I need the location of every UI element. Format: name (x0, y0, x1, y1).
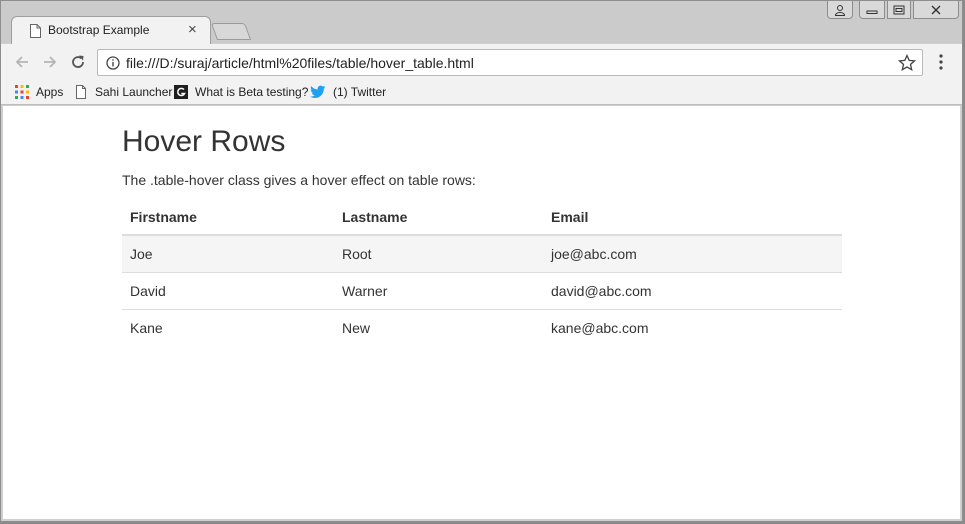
close-window-button[interactable] (913, 1, 959, 19)
forward-arrow-icon (44, 56, 57, 68)
forward-button[interactable] (40, 52, 60, 72)
bookmark-label: Sahi Launcher (95, 85, 173, 99)
table-header-row: Firstname Lastname Email (122, 199, 842, 236)
g-logo-icon (174, 85, 188, 99)
reload-icon (72, 55, 84, 68)
bookmark-star-icon[interactable] (898, 54, 916, 72)
browser-menu-icon[interactable] (933, 53, 949, 71)
person-icon (834, 4, 846, 16)
window-controls (827, 1, 959, 19)
new-tab-button[interactable] (210, 23, 252, 40)
cell-lastname: Root (334, 234, 543, 272)
page-viewport: Hover Rows The .table-hover class gives … (3, 106, 960, 519)
cell-firstname: David (122, 271, 334, 309)
browser-window: Bootstrap Example × file:///D:/suraj/art… (0, 0, 963, 522)
close-tab-icon[interactable]: × (188, 21, 197, 39)
cell-lastname: New (334, 308, 543, 346)
apps-grid-icon (15, 85, 29, 99)
cell-email: joe@abc.com (543, 234, 842, 272)
address-bar[interactable]: file:///D:/suraj/article/html%20files/ta… (97, 49, 923, 76)
bookmarks-bar: Apps Sahi Launcher What is Beta testing?… (1, 80, 962, 105)
page-icon (76, 85, 86, 99)
user-profile-button[interactable] (827, 1, 853, 19)
hover-table: Firstname Lastname Email Joe Root joe@ab… (122, 199, 842, 346)
bookmark-sahi-launcher[interactable]: Sahi Launcher (74, 83, 172, 101)
url-text[interactable]: file:///D:/suraj/article/html%20files/ta… (126, 55, 474, 71)
restore-button[interactable] (887, 1, 911, 19)
page-description: The .table-hover class gives a hover eff… (122, 172, 476, 188)
viewport-right-edge (960, 106, 962, 519)
cell-firstname: Kane (122, 308, 334, 346)
page-icon (30, 24, 41, 38)
reload-button[interactable] (68, 52, 88, 72)
cell-email: david@abc.com (543, 271, 842, 309)
browser-toolbar: file:///D:/suraj/article/html%20files/ta… (1, 44, 962, 80)
restore-icon (893, 5, 905, 14)
bookmark-label: (1) Twitter (333, 85, 387, 99)
tab-bootstrap-example[interactable]: Bootstrap Example × (11, 16, 211, 45)
bookmark-beta-testing[interactable]: What is Beta testing? (174, 83, 308, 101)
tab-strip: Bootstrap Example × (1, 1, 962, 45)
tab-title: Bootstrap Example (48, 23, 150, 37)
bookmark-label: Apps (36, 85, 64, 99)
twitter-bird-icon (310, 85, 326, 98)
column-header-firstname: Firstname (122, 199, 334, 236)
cell-lastname: Warner (334, 271, 543, 309)
back-arrow-icon (15, 56, 28, 68)
column-header-lastname: Lastname (334, 199, 543, 236)
bookmark-twitter[interactable]: (1) Twitter (310, 83, 386, 101)
cell-firstname: Joe (122, 234, 334, 272)
minimize-icon (866, 10, 878, 14)
bookmark-apps[interactable]: Apps (15, 83, 63, 101)
table-row[interactable]: Kane New kane@abc.com (122, 308, 842, 346)
close-icon (931, 5, 941, 14)
bookmark-label: What is Beta testing? (195, 85, 309, 99)
column-header-email: Email (543, 199, 842, 236)
minimize-button[interactable] (859, 1, 885, 19)
table-row[interactable]: David Warner david@abc.com (122, 271, 842, 309)
back-button[interactable] (12, 52, 32, 72)
cell-email: kane@abc.com (543, 308, 842, 346)
info-icon[interactable] (106, 56, 120, 70)
page-title: Hover Rows (122, 125, 286, 158)
table-row[interactable]: Joe Root joe@abc.com (122, 234, 842, 272)
